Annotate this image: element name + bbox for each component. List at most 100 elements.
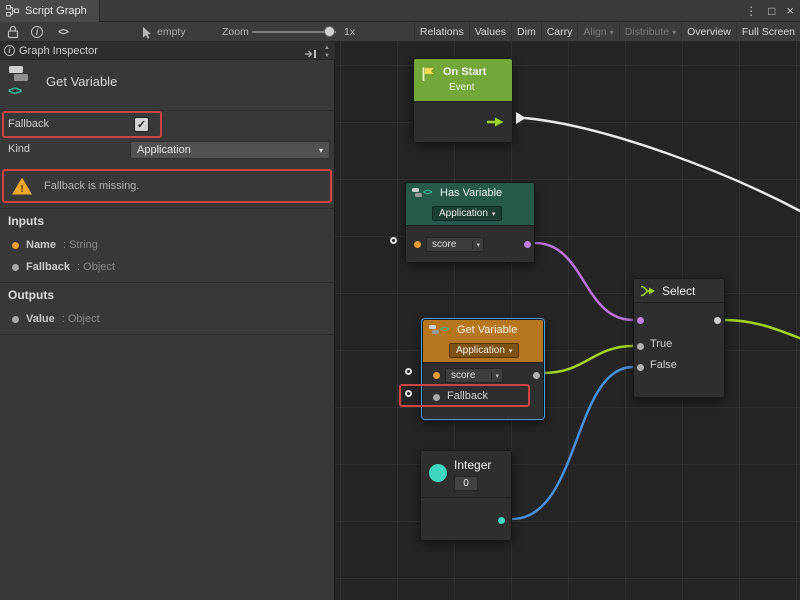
zoom-slider-knob[interactable] — [324, 26, 335, 37]
inspector-title: Graph Inspector — [19, 45, 98, 57]
menu-icon[interactable]: ⋮ — [745, 0, 757, 22]
node-title: On Start — [443, 66, 486, 78]
port-dot-orange[interactable] — [433, 372, 440, 379]
wire-hasvariable-to-select[interactable] — [535, 243, 633, 320]
lock-button[interactable] — [4, 24, 22, 40]
graph-toolbar: i <> empty Zoom 1x Relations Values Dim … — [0, 22, 800, 42]
script-graph-icon — [6, 5, 19, 17]
kind-dropdown[interactable]: Application ▾ — [130, 141, 330, 159]
node-on-start[interactable]: On Start Event — [413, 58, 513, 142]
wire-select-out[interactable] — [725, 320, 800, 339]
fallback-checkbox[interactable]: ✓ — [134, 117, 149, 132]
zoom-value: 1x — [344, 26, 355, 38]
code-icon: <> — [440, 324, 449, 334]
node-title: Select — [662, 284, 695, 298]
condition-input-port[interactable] — [637, 317, 644, 324]
on-start-header: On Start Event — [414, 59, 512, 101]
node-title: Integer — [454, 458, 491, 472]
chevron-down-icon: ▾ — [491, 372, 502, 380]
integer-output-port[interactable] — [498, 517, 505, 524]
carry-button[interactable]: Carry — [541, 22, 578, 42]
dock-button[interactable] — [304, 46, 317, 64]
unconnected-port-circle[interactable] — [405, 390, 412, 397]
dim-button[interactable]: Dim — [511, 22, 541, 42]
on-start-body — [414, 101, 512, 142]
divider — [0, 208, 335, 209]
selection-pointer-icon — [138, 24, 156, 40]
select-merge-icon — [640, 284, 657, 298]
scope-dropdown[interactable]: Application ▾ — [449, 343, 519, 358]
port-dot-orange[interactable] — [414, 241, 421, 248]
toolbar-buttons: Relations Values Dim Carry Align ▾ Distr… — [414, 22, 800, 42]
variable-name-dropdown[interactable]: score ▾ — [445, 368, 503, 383]
flow-arrow-icon[interactable] — [486, 116, 506, 128]
has-variable-body: score ▾ — [406, 225, 534, 262]
chevron-down-icon: ▾ — [610, 28, 614, 37]
chevron-down-icon: ▾ — [509, 347, 513, 355]
overview-button[interactable]: Overview — [681, 22, 736, 42]
chevron-down-icon: ▾ — [672, 28, 676, 37]
graph-canvas[interactable]: On Start Event <> Has Variable Applicati… — [335, 42, 800, 600]
wire-start-triangle — [516, 112, 526, 124]
scroll-up-icon[interactable]: ▲ — [321, 44, 333, 52]
has-variable-header: <> Has Variable — [406, 183, 534, 203]
inspector-header: i Graph Inspector ▲ ▼ — [0, 42, 335, 60]
info-icon: i — [4, 45, 15, 56]
unconnected-port-circle[interactable] — [390, 237, 397, 244]
align-button[interactable]: Align ▾ — [577, 22, 618, 42]
integer-type-icon — [429, 464, 447, 482]
zoom-label: Zoom — [222, 26, 249, 38]
maximize-icon[interactable]: □ — [768, 0, 775, 22]
node-title: Get Variable — [457, 324, 517, 336]
code-icon: <> — [8, 83, 21, 98]
scroll-down-icon[interactable]: ▼ — [321, 52, 333, 60]
get-variable-subheader: Application ▾ — [423, 340, 543, 362]
wires-layer — [335, 42, 800, 600]
variables-icon — [429, 325, 440, 334]
close-icon[interactable]: × — [786, 0, 794, 22]
tab-script-graph[interactable]: Script Graph — [0, 0, 100, 22]
node-title: Has Variable — [440, 187, 502, 199]
integer-value-field[interactable]: 0 — [454, 476, 478, 491]
distribute-button[interactable]: Distribute ▾ — [619, 22, 681, 42]
port-dot-grey — [12, 264, 19, 271]
info-icon: i — [31, 26, 43, 38]
has-variable-subheader: Application ▾ — [406, 203, 534, 225]
fallback-port-dot[interactable] — [433, 394, 440, 401]
value-output-port[interactable] — [533, 372, 540, 379]
get-variable-header: <> Get Variable — [423, 320, 543, 340]
kind-field-row: Kind Application ▾ — [0, 138, 335, 162]
node-has-variable[interactable]: <> Has Variable Application ▾ score ▾ — [405, 182, 535, 262]
warning-message: ! Fallback is missing. — [2, 169, 332, 203]
input-row-fallback: Fallback : Object — [0, 256, 335, 278]
values-button[interactable]: Values — [469, 22, 511, 42]
output-port-purple[interactable] — [524, 241, 531, 248]
flag-icon — [421, 66, 436, 82]
code-preview-button[interactable]: <> — [54, 24, 72, 40]
chevron-down-icon: ▾ — [319, 146, 323, 155]
node-select[interactable]: Select True False — [633, 278, 725, 398]
unconnected-port-circle[interactable] — [405, 368, 412, 375]
outputs-header: Outputs — [8, 288, 54, 302]
integer-header: Integer 0 — [421, 451, 511, 497]
scope-dropdown[interactable]: Application ▾ — [432, 206, 502, 221]
window-controls: ⋮ □ × — [745, 0, 794, 22]
selection-output-port[interactable] — [714, 317, 721, 324]
node-integer[interactable]: Integer 0 — [420, 450, 512, 540]
true-input-port[interactable] — [637, 343, 644, 350]
variable-name-dropdown[interactable]: score ▾ — [426, 237, 484, 252]
fullscreen-button[interactable]: Full Screen — [736, 22, 800, 42]
fallback-port-label: Fallback — [447, 390, 488, 402]
wire-onstart-out[interactable] — [525, 118, 800, 212]
node-get-variable[interactable]: <> Get Variable Application ▾ score ▾ Fa… — [422, 319, 544, 419]
panel-scroll-arrows[interactable]: ▲ ▼ — [321, 42, 333, 60]
output-row-value: Value : Object — [0, 308, 335, 330]
false-input-port[interactable] — [637, 364, 644, 371]
port-dot-orange — [12, 242, 19, 249]
relations-button[interactable]: Relations — [414, 22, 469, 42]
inspect-button[interactable]: i — [28, 24, 46, 40]
node-subtitle: Event — [449, 82, 475, 93]
variables-icon — [412, 188, 423, 197]
code-icon: <> — [423, 187, 432, 197]
chevron-down-icon: ▾ — [492, 210, 496, 218]
